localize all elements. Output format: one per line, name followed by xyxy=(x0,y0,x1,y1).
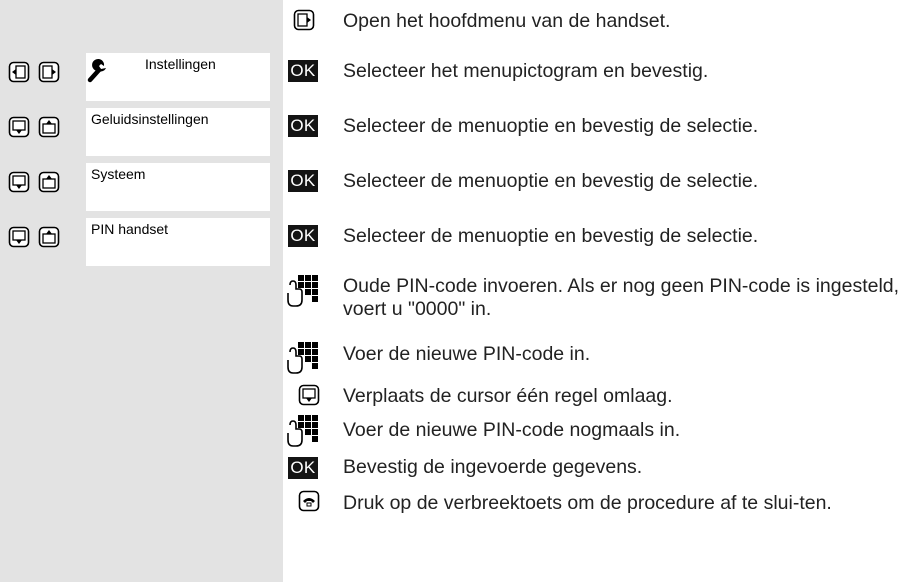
instruction-text: Selecteer het menupictogram en bevestig. xyxy=(343,60,709,82)
menu-key-icon[interactable] xyxy=(293,9,315,31)
keypad-icon[interactable] xyxy=(286,273,320,307)
menu-item-label: Systeem xyxy=(91,166,146,182)
menu-item-box[interactable]: Systeem xyxy=(86,163,270,211)
end-call-key-icon[interactable] xyxy=(298,490,320,512)
ok-key[interactable]: OK xyxy=(288,225,318,247)
keypad-icon[interactable] xyxy=(286,340,320,374)
up-key-icon[interactable] xyxy=(38,116,60,138)
down-key-icon[interactable] xyxy=(8,171,30,193)
instruction-text: Selecteer de menuoptie en bevestig de se… xyxy=(343,225,759,247)
instruction-text: Verplaats de cursor één regel omlaag. xyxy=(343,385,673,407)
ok-key[interactable]: OK xyxy=(288,60,318,82)
up-key-icon[interactable] xyxy=(38,171,60,193)
instruction-text: Voer de nieuwe PIN-code nogmaals in. xyxy=(343,419,681,441)
menu-item-box[interactable]: Geluidsinstellingen xyxy=(86,108,270,156)
menu-step-geluidsinstellingen: Geluidsinstellingen xyxy=(0,108,283,156)
menu-step-instellingen: Instellingen xyxy=(0,53,283,101)
instruction-text: Voer de nieuwe PIN-code in. xyxy=(343,343,591,365)
menu-item-label: PIN handset xyxy=(91,221,169,237)
instruction-text: Selecteer de menuoptie en bevestig de se… xyxy=(343,170,759,192)
menu-step-keys xyxy=(8,116,82,138)
menu-item-label: Geluidsinstellingen xyxy=(91,111,209,127)
menu-step-systeem: Systeem xyxy=(0,163,283,211)
menu-item-box[interactable]: PIN handset xyxy=(86,218,270,266)
menu-path-panel: Instellingen Geluidsinstellingen Systeem… xyxy=(0,0,283,582)
down-key-icon[interactable] xyxy=(8,226,30,248)
ok-key[interactable]: OK xyxy=(288,115,318,137)
menu-step-pin-handset: PIN handset xyxy=(0,218,283,266)
down-key-icon[interactable] xyxy=(298,384,320,406)
wrench-icon xyxy=(87,59,106,83)
ok-key[interactable]: OK xyxy=(288,170,318,192)
menu-step-keys xyxy=(8,61,82,83)
menu-item-label: Instellingen xyxy=(145,56,216,72)
ok-key[interactable]: OK xyxy=(288,457,318,479)
instruction-text: Open het hoofdmenu van de handset. xyxy=(343,10,671,32)
menu-step-keys xyxy=(8,171,82,193)
right-key-icon[interactable] xyxy=(38,61,60,83)
instruction-text: Selecteer de menuoptie en bevestig de se… xyxy=(343,115,759,137)
down-key-icon[interactable] xyxy=(8,116,30,138)
instruction-text: Oude PIN-code invoeren. Als er nog geen … xyxy=(343,275,900,320)
up-key-icon[interactable] xyxy=(38,226,60,248)
instruction-text: Druk op de verbreektoets om de procedure… xyxy=(343,492,832,514)
menu-step-keys xyxy=(8,226,82,248)
instruction-text: Bevestig de ingevoerde gegevens. xyxy=(343,456,643,478)
menu-item-box[interactable]: Instellingen xyxy=(86,53,270,101)
left-key-icon[interactable] xyxy=(8,61,30,83)
keypad-icon[interactable] xyxy=(286,413,320,447)
